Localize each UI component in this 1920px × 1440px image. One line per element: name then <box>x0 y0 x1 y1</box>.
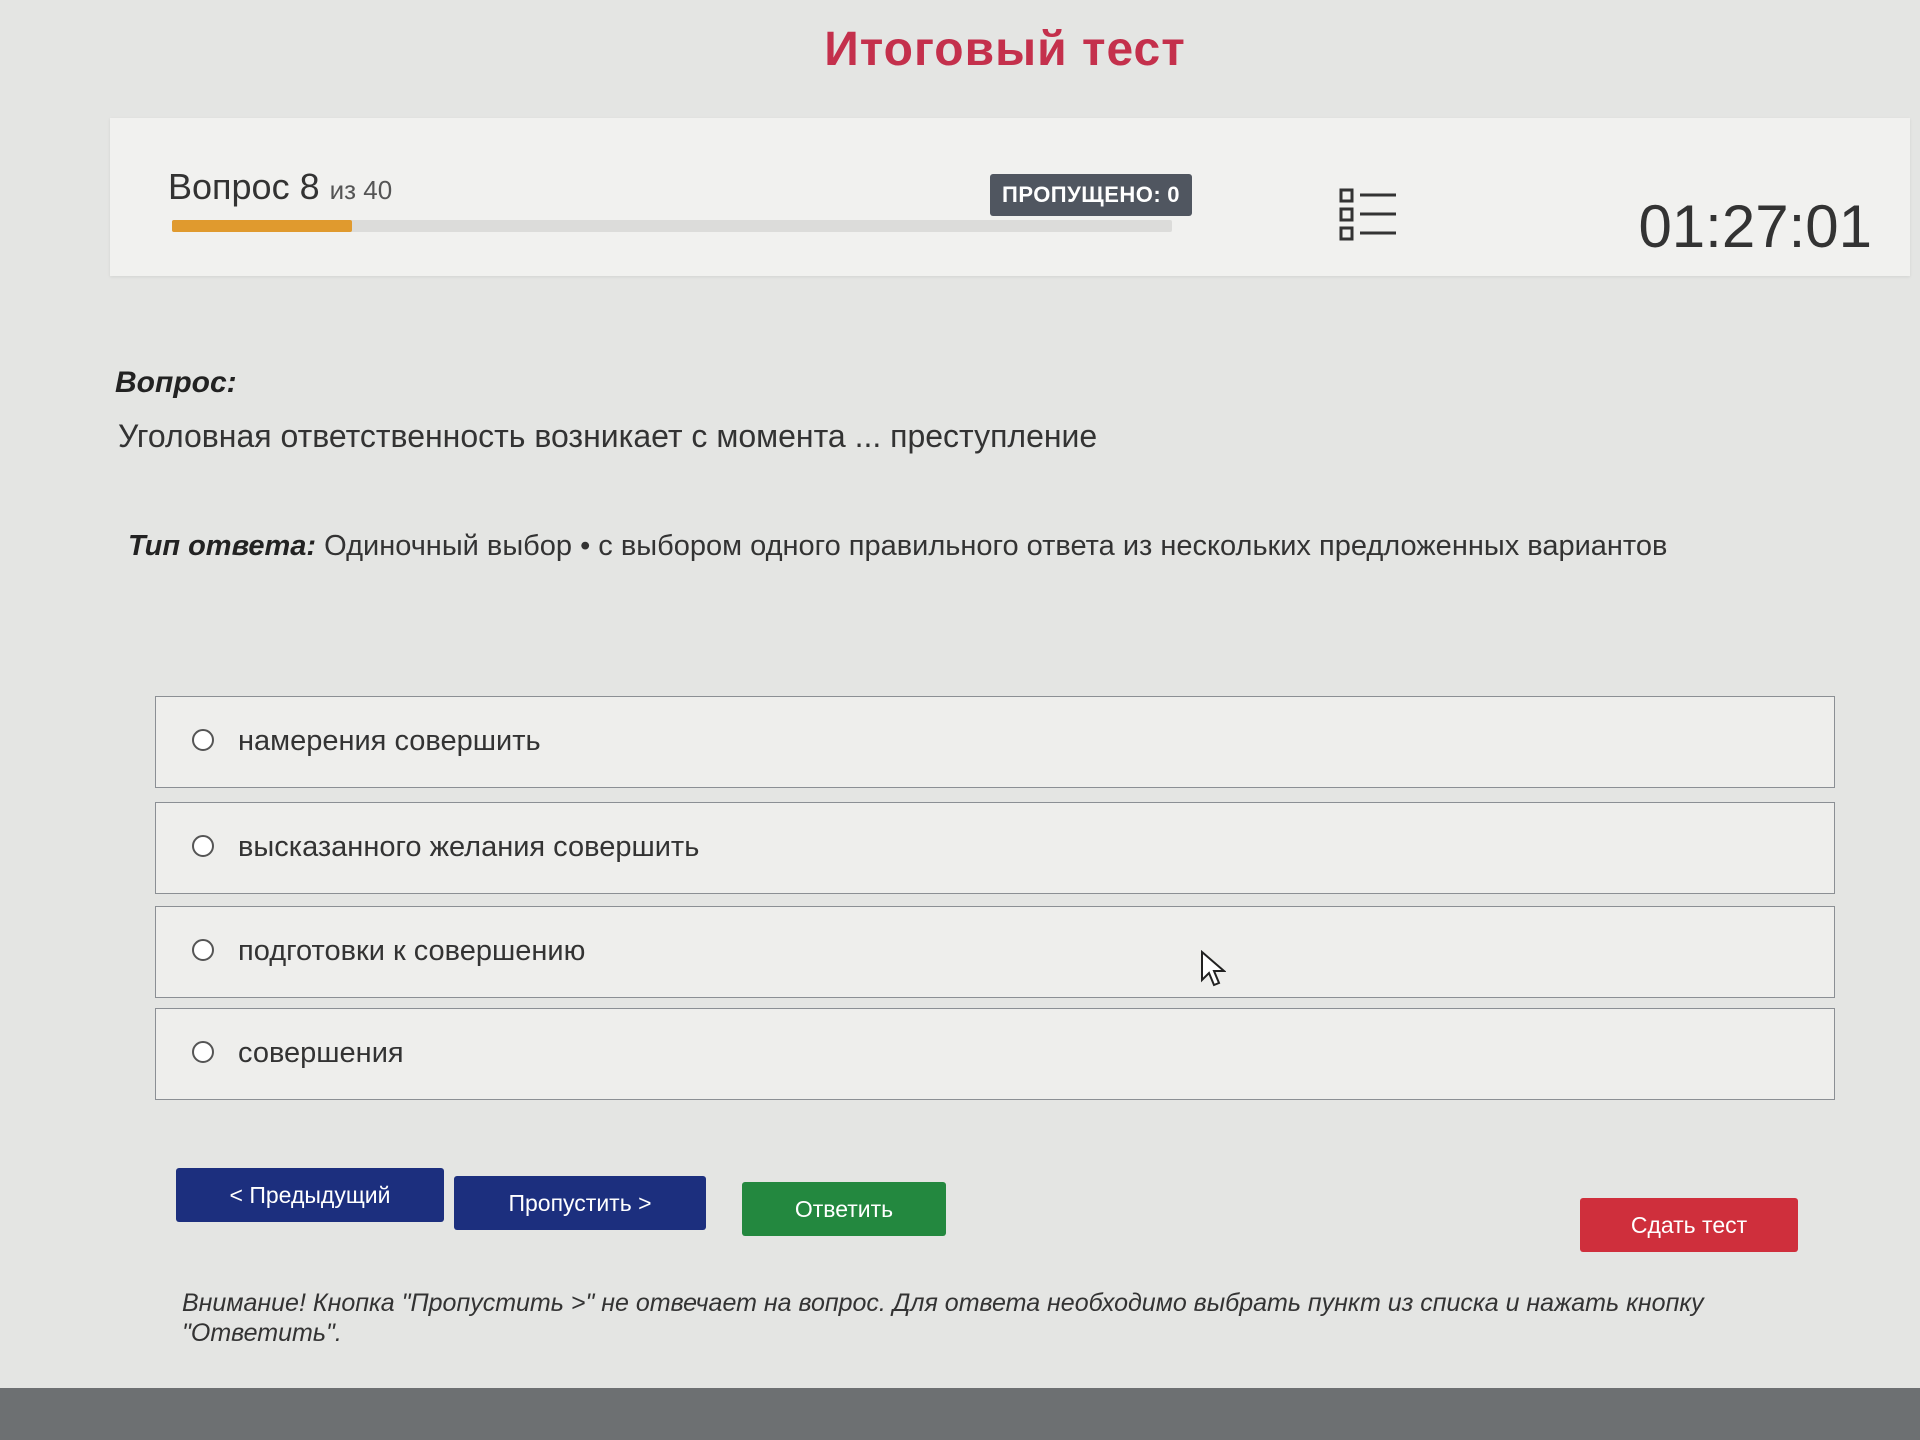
radio-button[interactable] <box>192 729 214 751</box>
mouse-cursor-icon <box>1201 950 1226 987</box>
answer-option[interactable]: намерения совершить <box>155 696 1835 788</box>
answer-option[interactable]: подготовки к совершению <box>155 906 1835 998</box>
countdown-timer: 01:27:01 <box>1638 193 1872 260</box>
question-label: Вопрос: <box>115 366 237 399</box>
question-total: из 40 <box>329 175 393 205</box>
answer-type-label: Тип ответа: <box>128 530 317 562</box>
answer-option[interactable]: высказанного желания совершить <box>155 802 1835 894</box>
skip-button[interactable]: Пропустить > <box>454 1176 706 1230</box>
radio-button[interactable] <box>192 1041 214 1063</box>
question-word: Вопрос <box>168 166 290 207</box>
answer-option-label: высказанного желания совершить <box>238 831 700 863</box>
screen-bezel <box>0 1388 1920 1440</box>
progress-fill <box>172 220 352 232</box>
test-header: Вопрос 8 из 40 ПРОПУЩЕНО: 0 01:27:01 <box>110 118 1910 276</box>
radio-button[interactable] <box>192 939 214 961</box>
progress-bar <box>172 220 1172 232</box>
question-number: 8 <box>299 166 320 207</box>
answer-option-label: совершения <box>238 1037 404 1069</box>
answer-option[interactable]: совершения <box>155 1008 1835 1100</box>
page-title: Итоговый тест <box>824 23 1186 76</box>
skipped-label: ПРОПУЩЕНО: <box>1002 182 1162 207</box>
answer-type: Тип ответа: Одиночный выбор • с выбором … <box>128 530 1667 563</box>
question-list-icon[interactable] <box>1338 186 1398 244</box>
submit-test-button[interactable]: Сдать тест <box>1580 1198 1798 1252</box>
answer-option-label: намерения совершить <box>238 725 541 757</box>
question-text: Уголовная ответственность возникает с мо… <box>118 418 1098 454</box>
radio-button[interactable] <box>192 835 214 857</box>
question-counter: Вопрос 8 из 40 <box>168 166 392 208</box>
answer-type-value: Одиночный выбор • с выбором одного прави… <box>324 530 1668 562</box>
skipped-badge: ПРОПУЩЕНО: 0 <box>990 174 1192 216</box>
warning-note: Внимание! Кнопка "Пропустить >" не отвеч… <box>182 1289 1704 1347</box>
previous-button[interactable]: < Предыдущий <box>176 1168 444 1222</box>
skipped-count: 0 <box>1167 182 1180 207</box>
answer-option-label: подготовки к совершению <box>238 935 586 967</box>
answer-button[interactable]: Ответить <box>742 1182 946 1236</box>
